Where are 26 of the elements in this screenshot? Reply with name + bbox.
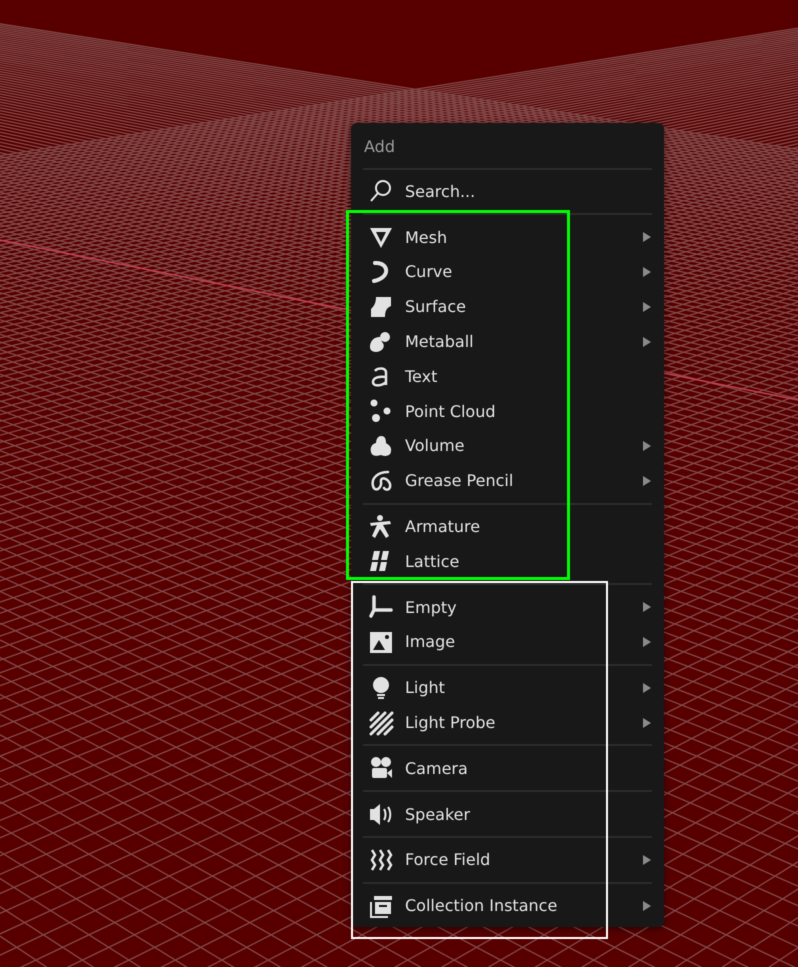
search-icon (368, 178, 394, 204)
menu-item[interactable]: Light Probe (351, 705, 664, 740)
figure-icon (368, 514, 394, 540)
menu-item[interactable]: Metaball (351, 324, 664, 359)
menu-item[interactable]: Mesh (351, 220, 664, 255)
speaker-icon (368, 801, 394, 828)
menu-item[interactable]: Light (351, 670, 664, 706)
axes-icon (368, 594, 394, 620)
menu-title: Add (364, 136, 395, 156)
menu-item[interactable]: Image (351, 624, 664, 660)
menu-item[interactable]: Grease Pencil (351, 463, 664, 498)
menu-item[interactable]: Armature (351, 509, 664, 544)
menu-item[interactable]: Camera (351, 750, 664, 786)
menu-item[interactable]: Lattice (351, 544, 664, 579)
menu-item[interactable]: Collection Instance (351, 888, 664, 924)
stripes-icon (368, 710, 394, 736)
menu-item[interactable]: Volume (351, 428, 664, 464)
menu-item[interactable]: Text (351, 358, 664, 394)
menu-item[interactable]: Curve (351, 254, 664, 290)
menu-item[interactable]: Speaker (351, 796, 664, 832)
menu-item[interactable]: Search... (351, 174, 664, 209)
menu-item[interactable]: Surface (351, 289, 664, 324)
menu-item[interactable]: Empty (351, 590, 664, 625)
menu-item[interactable]: Force Field (351, 842, 664, 878)
menu-item[interactable]: Point Cloud (351, 394, 664, 429)
waves-icon (368, 846, 394, 873)
